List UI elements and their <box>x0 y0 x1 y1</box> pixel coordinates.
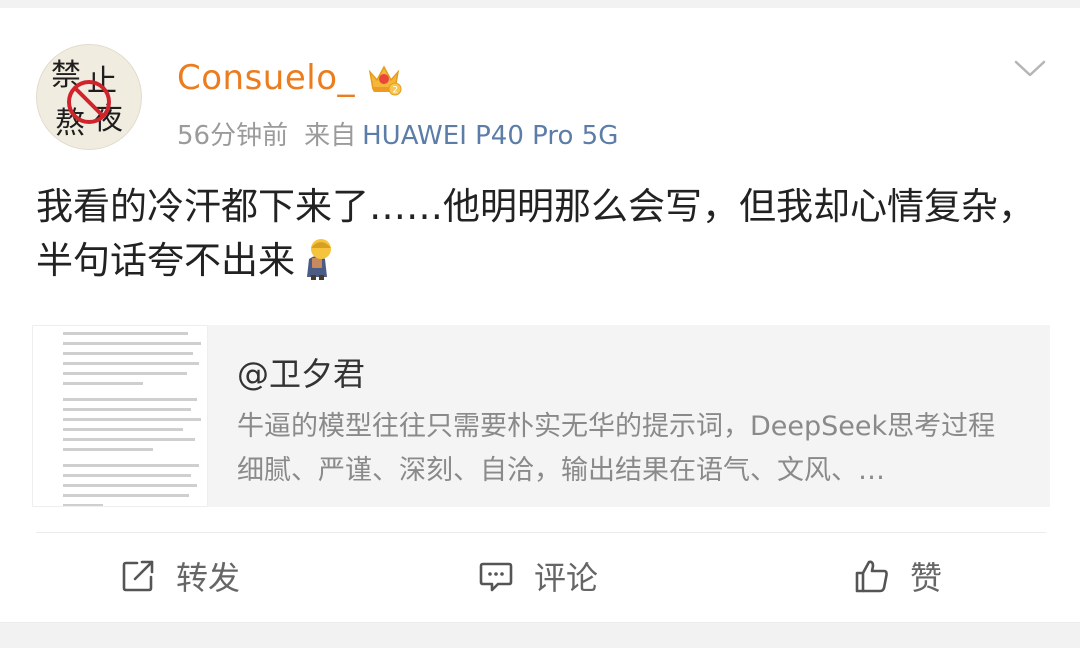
comment-button[interactable]: 评论 <box>478 552 598 600</box>
action-divider <box>36 532 1046 533</box>
comment-label: 评论 <box>534 559 599 597</box>
avatar[interactable]: 禁 止 熬 夜 <box>36 44 142 150</box>
crown-badge-icon: 2 <box>368 65 402 96</box>
svg-text:2: 2 <box>392 86 398 96</box>
username[interactable]: Consuelo_ <box>177 58 355 98</box>
source-label: 来自 <box>304 121 357 151</box>
repost-icon <box>122 560 154 592</box>
bottom-separator <box>0 622 1080 648</box>
thumbs-up-icon <box>855 560 888 593</box>
post-meta: 56分钟前 来自 HUAWEI P40 Pro 5G <box>177 115 618 152</box>
repost-button[interactable]: 转发 <box>120 552 240 600</box>
source-device[interactable]: HUAWEI P40 Pro 5G <box>362 121 618 151</box>
like-label: 赞 <box>910 559 943 597</box>
person-bowing-emoji <box>307 239 331 280</box>
quoted-post-thumbnail[interactable] <box>32 325 208 507</box>
post-time: 56分钟前 <box>177 121 289 151</box>
top-separator <box>0 0 1080 8</box>
post-body: 我看的冷汗都下来了……他明明那么会写，但我却心情复杂，半句话夸不出来 <box>36 180 1046 288</box>
chevron-down-icon[interactable] <box>1012 54 1048 84</box>
post-text: 我看的冷汗都下来了……他明明那么会写，但我却心情复杂，半句话夸不出来 <box>36 185 1035 282</box>
quoted-post-card[interactable]: @卫夕君 牛逼的模型往往只需要朴实无华的提示词，DeepSeek思考过程细腻、严… <box>32 325 1050 507</box>
repost-label: 转发 <box>176 559 241 597</box>
comment-icon <box>479 562 513 592</box>
quoted-post-excerpt: 牛逼的模型往往只需要朴实无华的提示词，DeepSeek思考过程细腻、严谨、深刻、… <box>237 411 996 486</box>
quoted-post-author[interactable]: @卫夕君 <box>237 349 365 395</box>
like-button[interactable]: 赞 <box>854 552 942 600</box>
